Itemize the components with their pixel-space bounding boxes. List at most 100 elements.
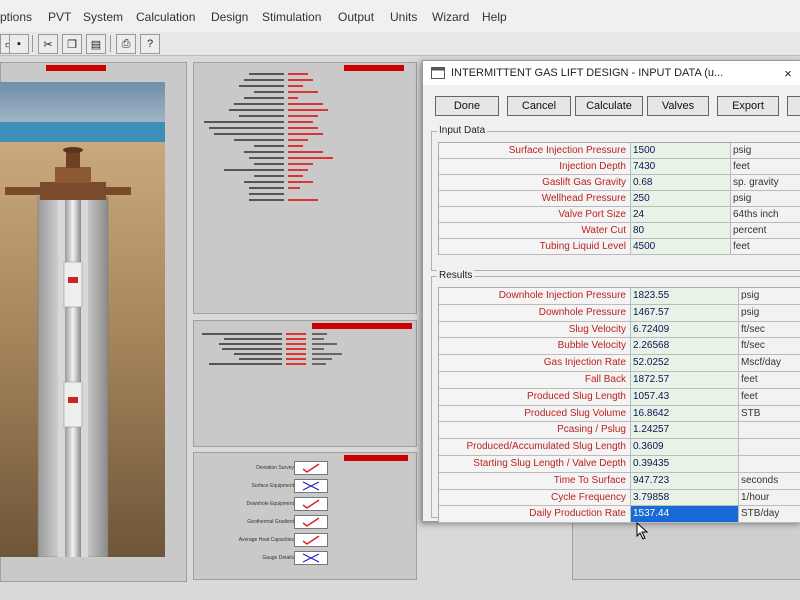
result-value[interactable]: 6.72409: [631, 321, 739, 339]
result-unit: seconds: [739, 472, 800, 490]
result-row: Produced Slug Length 1057.43 feet: [439, 388, 800, 406]
input-row: Injection Depth 7430 feet: [439, 159, 800, 175]
result-value[interactable]: 1057.43: [631, 388, 739, 406]
result-value[interactable]: 1467.57: [631, 304, 739, 322]
well-panel-header: [46, 65, 106, 71]
done-button[interactable]: Done: [435, 96, 499, 116]
result-value[interactable]: 0.39435: [631, 455, 739, 473]
menu-system[interactable]: System: [83, 10, 123, 24]
menu-output[interactable]: Output: [338, 10, 374, 24]
result-unit: feet: [739, 388, 800, 406]
result-row: Produced/Accumulated Slug Length 0.3609: [439, 439, 800, 456]
result-label: Downhole Injection Pressure: [439, 288, 631, 305]
result-value[interactable]: 52.0252: [631, 355, 739, 372]
cut-icon[interactable]: ✂: [38, 34, 58, 54]
toolbar-separator: [32, 35, 33, 52]
result-value[interactable]: 1823.55: [631, 288, 739, 305]
result-value[interactable]: 2.26568: [631, 338, 739, 356]
copy-icon[interactable]: ❐: [62, 34, 82, 54]
result-label: Fall Back: [439, 371, 631, 389]
input-label: Surface Injection Pressure: [439, 143, 631, 159]
result-value[interactable]: 16.8642: [631, 405, 739, 423]
help-icon[interactable]: ?: [140, 34, 160, 54]
result-row: Produced Slug Volume 16.8642 STB: [439, 405, 800, 423]
input-value[interactable]: 4500: [631, 239, 731, 255]
dialog-title-bar[interactable]: INTERMITTENT GAS LIFT DESIGN - INPUT DAT…: [423, 61, 800, 85]
result-label: Slug Velocity: [439, 321, 631, 339]
result-unit: Mscf/day: [739, 355, 800, 372]
print-icon[interactable]: ⎙: [116, 34, 136, 54]
input-unit: sp. gravity: [731, 175, 800, 191]
mouse-cursor-icon: [636, 522, 649, 540]
paste-icon[interactable]: ▤: [86, 34, 106, 54]
checklist-label: Surface Equipment: [251, 483, 294, 489]
data-checklist-panel: Deviation Survey Surface Equipment Downh…: [193, 452, 417, 580]
summary-panel-header: [344, 65, 404, 71]
menu-stimulation[interactable]: Stimulation: [262, 10, 321, 24]
result-value-selected[interactable]: 1537.44: [631, 506, 739, 524]
result-value[interactable]: 1.24257: [631, 422, 739, 440]
intermittent-gas-lift-dialog: INTERMITTENT GAS LIFT DESIGN - INPUT DAT…: [422, 60, 800, 524]
result-label: Gas Injection Rate: [439, 355, 631, 372]
input-unit: 64ths inch: [731, 207, 800, 223]
input-row: Tubing Liquid Level 4500 feet: [439, 239, 800, 255]
checklist-label: Deviation Survey: [256, 465, 294, 471]
input-summary-panel: [193, 320, 417, 447]
checklist-header: [344, 455, 408, 461]
input-value[interactable]: 1500: [631, 143, 731, 159]
result-value[interactable]: 947.723: [631, 472, 739, 490]
input-unit: psig: [731, 191, 800, 207]
input-row: Water Cut 80 percent: [439, 223, 800, 239]
valves-button[interactable]: Valves: [647, 96, 709, 116]
dialog-title: INTERMITTENT GAS LIFT DESIGN - INPUT DAT…: [451, 67, 724, 79]
result-row: Pcasing / Pslug 1.24257: [439, 422, 800, 440]
well-schematic-image: [0, 82, 165, 557]
result-row: Fall Back 1872.57 feet: [439, 371, 800, 389]
input-unit: percent: [731, 223, 800, 239]
close-icon[interactable]: ×: [775, 61, 800, 85]
input-row: Wellhead Pressure 250 psig: [439, 191, 800, 207]
result-value[interactable]: 1872.57: [631, 371, 739, 389]
checklist-check-icon[interactable]: [294, 533, 328, 547]
result-unit: [739, 439, 800, 456]
result-label: Produced/Accumulated Slug Length: [439, 439, 631, 456]
result-value[interactable]: 0.3609: [631, 439, 739, 456]
extra-button[interactable]: [787, 96, 800, 116]
input-data-title: Input Data: [437, 125, 488, 136]
input-value[interactable]: 0.68: [631, 175, 731, 191]
result-unit: [739, 455, 800, 473]
calculate-button[interactable]: Calculate: [575, 96, 643, 116]
checklist-check-icon[interactable]: [294, 515, 328, 529]
result-label: Time To Surface: [439, 472, 631, 490]
menu-options[interactable]: ptions: [0, 10, 32, 24]
result-row: Daily Production Rate 1537.44 STB/day: [439, 506, 800, 524]
checklist-cross-icon[interactable]: [294, 479, 328, 493]
save-icon[interactable]: ▪: [9, 34, 29, 54]
result-row: Bubble Velocity 2.26568 ft/sec: [439, 338, 800, 356]
menu-calculation[interactable]: Calculation: [136, 10, 195, 24]
result-row: Downhole Pressure 1467.57 psig: [439, 304, 800, 322]
input-value[interactable]: 250: [631, 191, 731, 207]
input-value[interactable]: 80: [631, 223, 731, 239]
menu-design[interactable]: Design: [211, 10, 248, 24]
checklist-cross-icon[interactable]: [294, 551, 328, 565]
result-unit: feet: [739, 371, 800, 389]
export-button[interactable]: Export: [717, 96, 779, 116]
checklist-check-icon[interactable]: [294, 461, 328, 475]
results-grid: Downhole Injection Pressure 1823.55 psig D…: [438, 287, 800, 524]
result-row: Cycle Frequency 3.79858 1/hour: [439, 489, 800, 507]
menu-units[interactable]: Units: [390, 10, 417, 24]
menu-help[interactable]: Help: [482, 10, 507, 24]
results-group: Results Downhole Injection Pressure 1823.…: [431, 270, 800, 524]
results-title: Results: [437, 270, 475, 281]
menu-wizard[interactable]: Wizard: [432, 10, 469, 24]
input-value[interactable]: 24: [631, 207, 731, 223]
result-value[interactable]: 3.79858: [631, 489, 739, 507]
input-value[interactable]: 7430: [631, 159, 731, 175]
result-row: Gas Injection Rate 52.0252 Mscf/day: [439, 355, 800, 372]
input-data-group: Input Data Surface Injection Pressure 150…: [431, 125, 800, 271]
menu-pvt[interactable]: PVT: [48, 10, 71, 24]
cancel-button[interactable]: Cancel: [507, 96, 571, 116]
checklist-check-icon[interactable]: [294, 497, 328, 511]
checklist-label: Geothermal Gradient: [247, 519, 294, 525]
